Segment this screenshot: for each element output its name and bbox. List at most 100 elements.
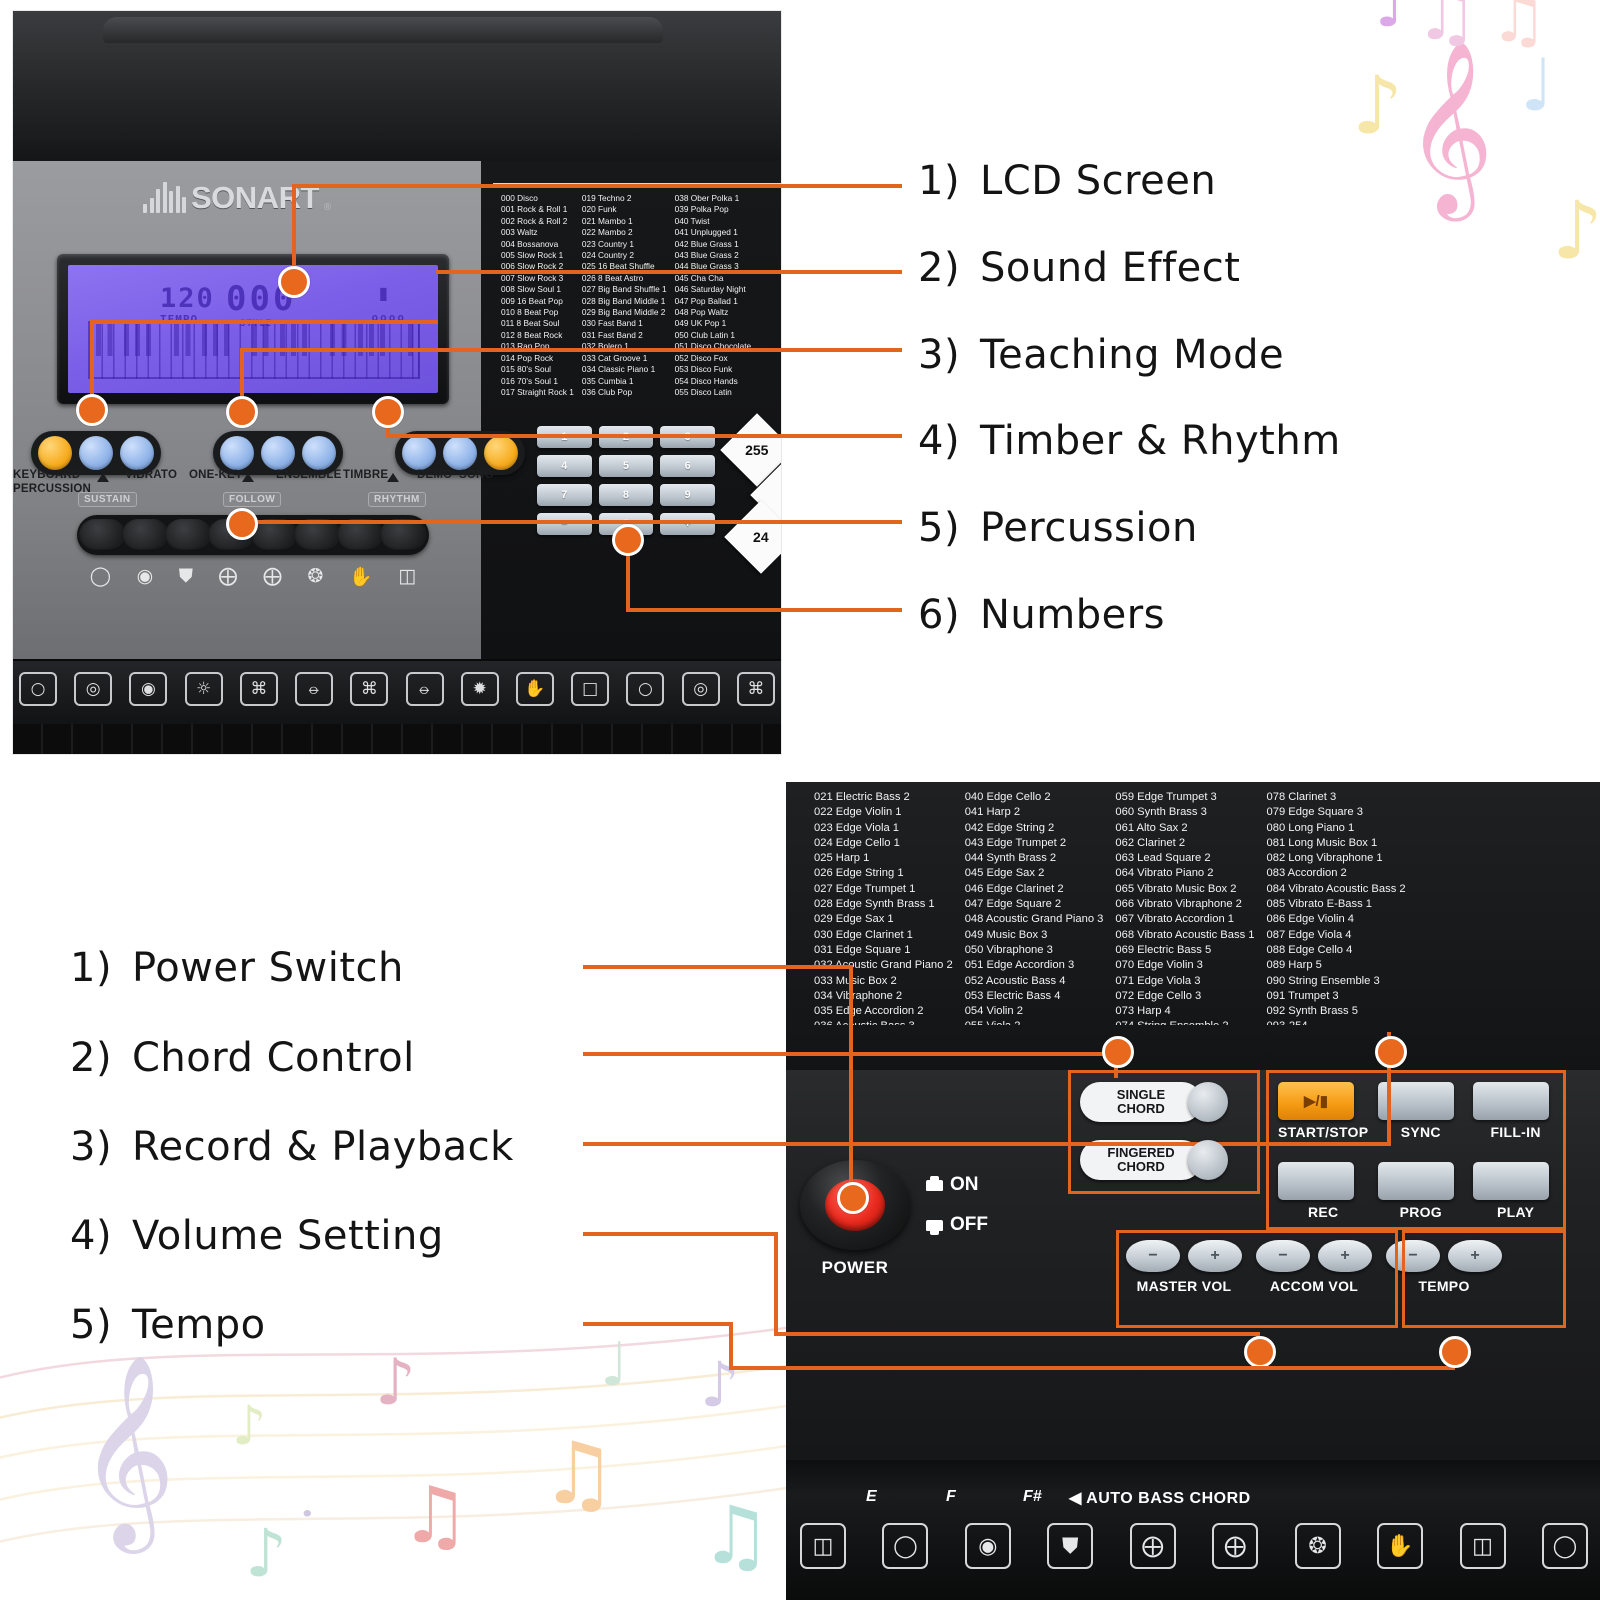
cymbal-icon: ⨁: [218, 565, 238, 587]
deco-note-beam-teal: ♫: [700, 1489, 772, 1582]
annotation-timber-rhythm: 4) Timber & Rhythm: [918, 418, 1341, 464]
leader-line-sound-effect-h2: [90, 320, 438, 324]
rhythm-list-column: 000 Disco 001 Rock & Roll 1 002 Rock & Rol…: [501, 193, 574, 398]
timbale-icon: ⌘: [350, 672, 389, 706]
deco-note-beam-red: ♫: [400, 1471, 470, 1561]
cymbal-icon: ⌘: [239, 672, 278, 706]
timbre-list-item: 048 Acoustic Grand Piano 3: [964, 913, 1104, 926]
annotation-label: Power Switch: [132, 945, 404, 991]
numeric-keypad[interactable]: 123456789−0+: [537, 426, 715, 535]
timbre-list-item: 033 Music Box 2: [814, 974, 897, 987]
rhythm-list-item: 022 Mambo 2: [581, 227, 633, 238]
note-label-e: E: [866, 1488, 877, 1505]
timbre-list-item: 030 Edge Clarinet 1: [814, 928, 913, 941]
lcd-bezel: 120 TEMPO 000 STYLE ▮ oooo: [57, 254, 449, 404]
rhythm-list-item: 049 UK Pop 1: [674, 318, 727, 329]
function-button-label: DEMO: [417, 469, 453, 481]
timbre-list-column: 078 Clarinet 3 079 Edge Square 3 080 Long …: [1267, 790, 1406, 1025]
power-off-label: OFF: [926, 1214, 988, 1236]
function-button[interactable]: [484, 436, 518, 470]
timbre-list-item: 085 Vibrato E-Bass 1: [1266, 898, 1373, 911]
note-label-fsharp: F#: [1023, 1488, 1042, 1505]
timbre-list-item: 045 Edge Sax 2: [964, 867, 1045, 880]
rhythm-list-item: 027 Big Band Shuffle 1: [581, 284, 667, 295]
numpad-key-5[interactable]: 5: [598, 455, 654, 477]
leader-line-volume: [583, 1232, 778, 1236]
leader-line-numbers: [626, 608, 902, 612]
leader-line-sound-effect: [436, 270, 902, 274]
fingered-chord-knob[interactable]: [1188, 1140, 1228, 1180]
deco-note-half-mint: ♩: [600, 1330, 629, 1400]
power-switch-group[interactable]: POWER: [800, 1160, 910, 1278]
numpad-key-6[interactable]: 6: [660, 455, 715, 477]
function-button[interactable]: [79, 436, 113, 470]
hihat-icon: ⨁: [263, 565, 283, 587]
annotation-number: 6): [918, 592, 961, 638]
percussion-pad[interactable]: [122, 519, 169, 551]
function-button[interactable]: [402, 436, 436, 470]
deco-note-beam-orange: ♫: [540, 1424, 618, 1524]
numpad-key-+[interactable]: +: [660, 513, 715, 535]
drum-kick-icon: ◉: [129, 672, 168, 706]
rhythm-list: 000 Disco 001 Rock & Roll 1 002 Rock & Rol…: [501, 193, 781, 398]
timbre-list-item: 083 Accordion 2: [1266, 867, 1347, 880]
keyboard-control-panel-photo: SONART ® 120 TEMPO 000 STYLE ▮ oooo 000 …: [12, 10, 782, 755]
function-button[interactable]: [261, 436, 295, 470]
leader-line-power: [583, 965, 853, 969]
annotation-number: 2): [918, 245, 961, 291]
timbre-list-item: 082 Long Vibraphone 1: [1266, 852, 1383, 865]
rhythm-list-item: 002 Rock & Roll 2: [501, 215, 568, 226]
annotation-label: Chord Control: [132, 1035, 415, 1081]
timbre-list-item: 069 Electric Bass 5: [1115, 943, 1212, 956]
timbre-list-item: 059 Edge Trumpet 3: [1115, 791, 1217, 803]
drum-tom-icon: ◯: [89, 565, 112, 587]
annotation-label: Teaching Mode: [980, 332, 1285, 378]
rhythm-list-item: 023 Country 1: [581, 238, 634, 249]
function-button[interactable]: [220, 436, 254, 470]
single-chord-knob[interactable]: [1188, 1082, 1228, 1122]
annotation-label: LCD Screen: [980, 158, 1217, 204]
tempo-highlight: [1402, 1230, 1566, 1328]
percussion-pad[interactable]: [165, 519, 212, 551]
percussion-pad[interactable]: [79, 519, 126, 551]
timbre-list-item: 044 Synth Brass 2: [964, 852, 1057, 865]
numpad-key-4[interactable]: 4: [537, 455, 592, 477]
timbre-list-item: 064 Vibrato Piano 2: [1115, 867, 1214, 880]
note-labels: E F F# ◀ AUTO BASS CHORD: [826, 1488, 1566, 1510]
callout-dot-volume: [1244, 1336, 1276, 1368]
timbre-list-item: 068 Vibrato Acoustic Bass 1: [1115, 928, 1255, 941]
leader-line-volume-v: [774, 1232, 778, 1336]
function-button-label: KEYBOARD: [13, 469, 81, 481]
rhythm-list-item: 011 8 Beat Soul: [501, 318, 560, 329]
power-on-label: ON: [926, 1174, 979, 1196]
function-button[interactable]: [302, 436, 336, 470]
rhythm-list-item: 034 Classic Piano 1: [581, 364, 656, 375]
timbre-list-item: 051 Edge Accordion 3: [964, 959, 1075, 972]
numpad-key-−[interactable]: −: [537, 513, 592, 535]
callout-dot-chord: [1102, 1036, 1134, 1068]
numpad-key-8[interactable]: 8: [598, 484, 654, 506]
rhythm-list-item: 033 Cat Groove 1: [581, 352, 648, 363]
function-button[interactable]: [443, 436, 477, 470]
deco-staff-swoosh: [0, 1326, 790, 1543]
leader-line-tempo: [583, 1322, 733, 1326]
annotation-numbers: 6) Numbers: [918, 592, 1165, 638]
callout-dot-power: [837, 1182, 869, 1214]
leader-line-teaching: [240, 348, 902, 352]
annotation-number: 3): [70, 1124, 113, 1170]
keyboard-lid: [13, 11, 781, 161]
triangle-marker-sustain: [97, 473, 109, 482]
leader-line-chord: [583, 1052, 1118, 1056]
annotation-lcd-screen: 1) LCD Screen: [918, 158, 1216, 204]
function-button[interactable]: [38, 436, 72, 470]
annotation-teaching-mode: 3) Teaching Mode: [918, 332, 1284, 378]
rhythm-list-item: 042 Blue Grass 1: [674, 238, 739, 249]
numpad-key-7[interactable]: 7: [537, 484, 592, 506]
rear-control-panel-photo: 021 Electric Bass 2 022 Edge Violin 1 023 …: [786, 782, 1600, 1600]
rhythm-list-item: 028 Big Band Middle 1: [581, 295, 666, 306]
numpad-key-9[interactable]: 9: [660, 484, 715, 506]
rhythm-list-item: 046 Saturday Night: [674, 284, 746, 295]
deco-note-half-blue: ♩: [1520, 43, 1554, 127]
function-button[interactable]: [120, 436, 154, 470]
timbre-list-item: 092 Synth Brass 5: [1266, 1005, 1358, 1018]
